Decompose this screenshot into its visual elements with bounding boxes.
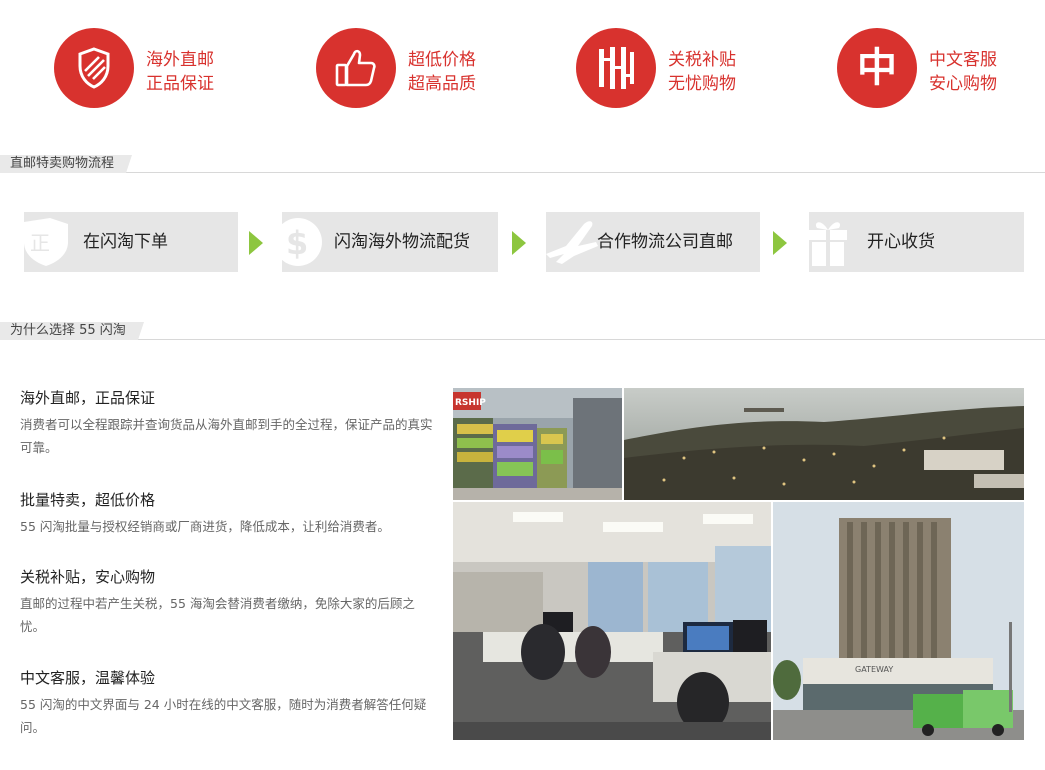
feature-icon-circle: 中 (837, 28, 917, 108)
step-arrow (773, 231, 787, 255)
feature-line1: 海外直邮 (146, 50, 214, 70)
step-arrow (512, 231, 526, 255)
reason-title: 中文客服，温馨体验 (20, 669, 156, 687)
step-place-order: 正 在闪淘下单 (24, 212, 238, 272)
feature-line2: 安心购物 (929, 74, 997, 94)
section-title: 直邮特卖购物流程 (0, 155, 133, 173)
reason-desc: 直邮的过程中若产生关税，55 海淘会替消费者缴纳，免除大家的后顾之忧。 (20, 596, 415, 634)
reason-desc: 消费者可以全程跟踪并查询货品从海外直邮到手的全过程，保证产品的真实可靠。 (20, 417, 433, 455)
shield-icon (78, 47, 110, 89)
feature-text: 超低价格 超高品质 (408, 48, 476, 96)
reason-title: 关税补贴，安心购物 (20, 568, 156, 586)
reason-desc: 55 闪淘的中文界面与 24 小时在线的中文客服，随时为消费者解答任何疑问。 (20, 697, 427, 735)
feature-text: 海外直邮 正品保证 (146, 48, 214, 96)
step-label: 闪淘海外物流配货 (334, 232, 470, 252)
svg-text:$: $ (286, 224, 308, 262)
step-label: 合作物流公司直邮 (597, 232, 733, 252)
feature-icon-circle (576, 28, 656, 108)
feature-line2: 超高品质 (408, 74, 476, 94)
photo-office (453, 502, 771, 740)
airplane-icon (546, 221, 598, 264)
photo-building: GATEWAY (773, 502, 1024, 740)
feature-line2: 无忧购物 (668, 74, 736, 94)
gift-icon (809, 222, 847, 266)
section-process-header: 直邮特卖购物流程 (0, 155, 1045, 177)
feature-line2: 正品保证 (146, 74, 214, 94)
step-direct-shipping: 合作物流公司直邮 (546, 212, 760, 272)
tax-icon (599, 47, 634, 89)
svg-text:正: 正 (30, 231, 50, 255)
reason-item: 关税补贴，安心购物 直邮的过程中若产生关税，55 海淘会替消费者缴纳，免除大家的… (20, 567, 435, 638)
reason-item: 中文客服，温馨体验 55 闪淘的中文界面与 24 小时在线的中文客服，随时为消费… (20, 668, 435, 739)
reason-title: 海外直邮，正品保证 (20, 389, 156, 407)
step-receive: 开心收货 (809, 212, 1024, 272)
reason-title: 批量特卖，超低价格 (20, 491, 156, 509)
thumbs-up-icon (335, 49, 376, 87)
reason-item: 批量特卖，超低价格 55 闪淘批量与授权经销商或厂商进货，降低成本，让利给消费者… (20, 490, 435, 538)
section-why-header: 为什么选择 55 闪淘 (0, 322, 1045, 344)
section-title: 为什么选择 55 闪淘 (0, 322, 144, 340)
feature-line1: 中文客服 (929, 50, 997, 70)
feature-bar: 海外直邮 正品保证 超低价格 超高品质 关税补贴 无忧购物 中 中文客服 安心购… (0, 0, 1045, 140)
reason-item: 海外直邮，正品保证 消费者可以全程跟踪并查询货品从海外直邮到手的全过程，保证产品… (20, 388, 435, 459)
step-arrow (249, 231, 263, 255)
dollar-icon: $ (282, 218, 322, 266)
feature-line1: 关税补贴 (668, 50, 736, 70)
step-label: 在闪淘下单 (83, 232, 168, 252)
svg-text:RSHIP: RSHIP (455, 398, 486, 408)
svg-text:GATEWAY: GATEWAY (855, 665, 893, 674)
step-label: 开心收货 (867, 232, 935, 252)
photo-warehouse: RSHIP (453, 388, 622, 500)
feature-icon-circle (54, 28, 134, 108)
feature-text: 关税补贴 无忧购物 (668, 48, 736, 96)
divider (0, 339, 1045, 340)
divider (0, 172, 1045, 173)
shield-icon: 正 (24, 218, 68, 266)
reason-desc: 55 闪淘批量与授权经销商或厂商进货，降低成本，让利给消费者。 (20, 519, 390, 534)
feature-icon-circle (316, 28, 396, 108)
photo-aerial-city (624, 388, 1024, 500)
chinese-char-icon: 中 (857, 45, 897, 91)
feature-line1: 超低价格 (408, 50, 476, 70)
step-overseas-logistics: $ 闪淘海外物流配货 (282, 212, 498, 272)
feature-text: 中文客服 安心购物 (929, 48, 997, 96)
